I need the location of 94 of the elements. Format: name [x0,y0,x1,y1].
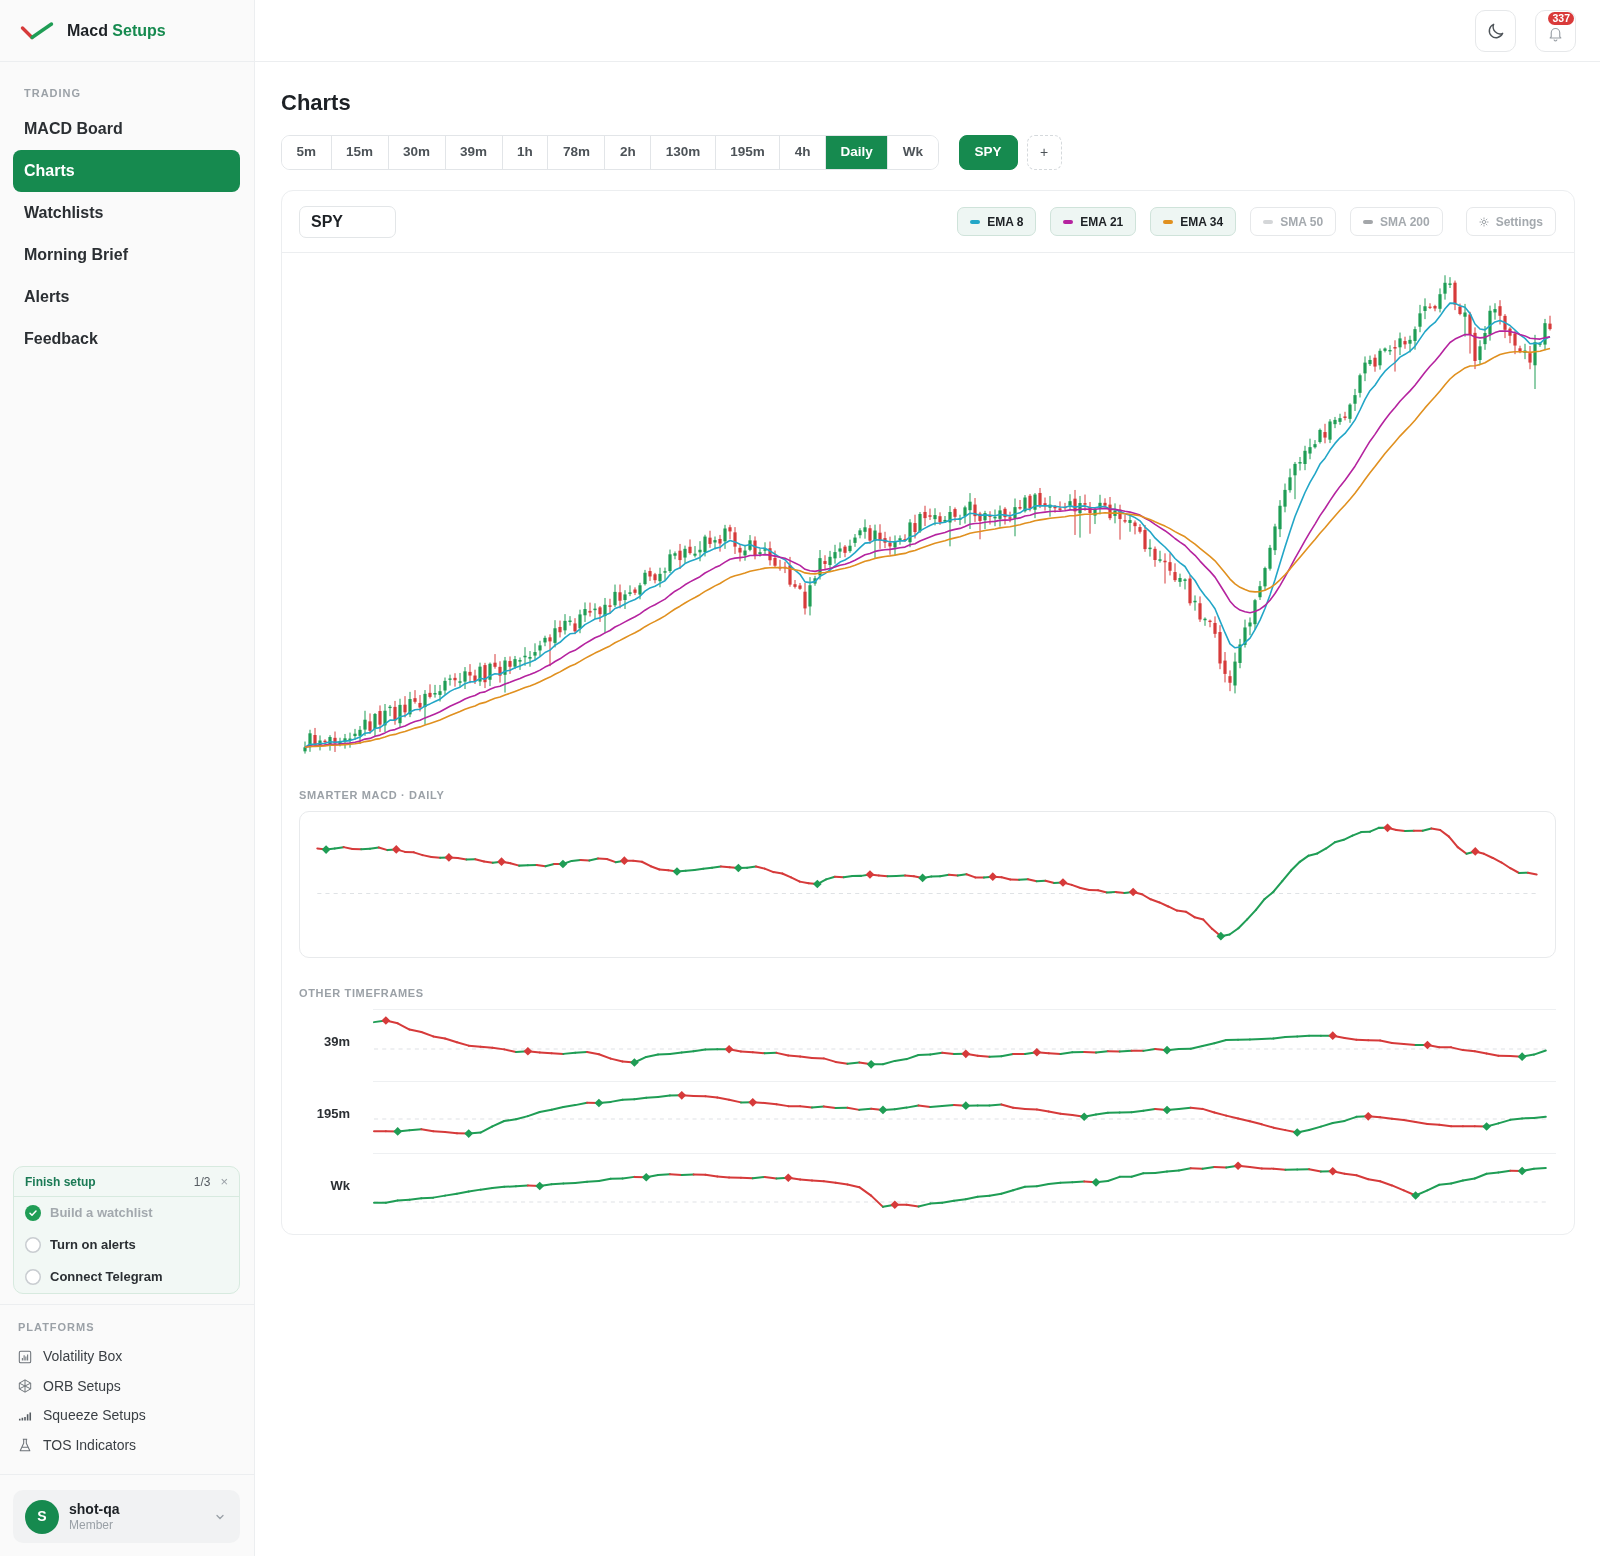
crossover-marker [535,1181,545,1191]
crossover-marker [1032,1047,1042,1057]
crossover-marker [523,1046,533,1056]
crossover-marker [890,1200,900,1210]
indicator-toggle[interactable]: EMA 21 [1050,207,1137,236]
crossover-marker [321,845,331,854]
timeframe-tab[interactable]: Daily [826,136,889,169]
crossover-marker [918,873,927,883]
crossover-marker [1216,931,1226,941]
platform-link[interactable]: Squeeze Setups [18,1401,236,1431]
crossover-marker [1517,1166,1527,1176]
crossover-marker [1363,1112,1373,1121]
crossover-marker [724,1044,734,1054]
crossover-marker [497,857,506,866]
indicator-toggle[interactable]: EMA 34 [1150,207,1237,236]
user-avatar: S [25,1499,59,1534]
settings-icon [1478,216,1489,227]
section-heading: TRADING [23,86,83,100]
page-title: Charts [281,89,352,117]
setup-step: Turn on alerts [50,1235,136,1255]
crossover-marker [988,872,998,881]
crossover-marker [1233,1161,1243,1171]
user-role: Member [69,1517,114,1533]
crossover-marker [1470,847,1480,856]
crossover-marker [1058,878,1068,887]
crossover-marker [734,863,743,873]
indicator-toggle[interactable]: EMA 8 [957,207,1037,236]
crossover-marker [1411,1191,1420,1200]
crossover-marker [1423,1040,1432,1050]
crossover-marker [391,845,401,854]
setup-title: Finish setup [25,1173,96,1191]
crossover-marker [1383,823,1392,833]
crossover-marker [619,856,629,865]
crossover-marker [641,1172,651,1182]
notifications-button[interactable]: 337 [1535,9,1576,52]
pane-title: OTHER TIMEFRAMES [299,987,425,999]
platform-link[interactable]: ORB Setups [18,1371,236,1401]
crossover-marker [1328,1031,1338,1040]
crossover-marker [878,1105,888,1115]
crossover-marker [1517,1052,1527,1061]
crossover-marker [961,1049,971,1059]
crossover-marker [748,1098,758,1107]
step-count: 1/3 [193,1173,211,1191]
crossover-marker [630,1058,639,1067]
crossover-marker [865,870,875,879]
symbol-tab[interactable]: SPY [958,135,1018,170]
section-heading: PLATFORMS [17,1320,96,1334]
timeframe-label: Wk [329,1177,350,1196]
crossover-marker [1091,1178,1101,1187]
crossover-marker [594,1098,604,1108]
setup-step: Connect Telegram [50,1267,163,1287]
timeframe-label: 195m [315,1105,350,1124]
crossover-marker [677,1091,687,1100]
checkmark-logo-icon [20,20,54,41]
nav-link[interactable]: Charts [13,150,240,192]
nav-link[interactable]: Morning Brief [13,234,240,276]
nav-link[interactable]: Watchlists [13,192,240,234]
setup-step: Build a watchlist [50,1203,153,1223]
notification-count: 337 [1548,11,1574,25]
timeframe-label: 39m [322,1033,350,1052]
cube-icon [18,1379,32,1394]
crossover-marker [812,879,822,889]
crossover-marker [1079,1112,1089,1121]
theme-toggle-button[interactable] [1475,9,1516,52]
platform-link[interactable]: TOS Indicators [18,1430,236,1460]
nav-link[interactable]: MACD Board [13,108,240,150]
pane-title: SMARTER MACD · DAILY [299,789,446,801]
add-symbol-button[interactable]: + [1026,135,1062,170]
flask-icon [18,1438,32,1453]
nav-link[interactable]: Alerts [13,276,240,318]
crossover-marker [444,853,454,862]
crossover-marker [558,859,568,869]
crossover-marker [1292,1128,1302,1137]
crossover-marker [672,867,682,876]
crossover-marker [381,1016,391,1025]
bar-chart-icon [18,1349,32,1364]
crossover-marker [464,1129,474,1138]
crossover-marker [1128,887,1138,897]
crossover-marker [1162,1105,1172,1115]
crossover-marker [961,1101,971,1110]
brand-name: Macd Setups [67,20,166,41]
crossover-marker [1328,1166,1338,1176]
crossover-marker [866,1060,876,1069]
user-name: shot-qa [69,1500,121,1518]
crossover-marker [1482,1122,1491,1131]
nav-link[interactable]: Feedback [13,318,240,360]
crossover-marker [1162,1045,1172,1055]
crossover-marker [783,1173,793,1183]
checked-circle-icon[interactable] [25,1205,41,1221]
user-card[interactable]: S shot-qa Member [13,1490,240,1543]
timeframe-tab[interactable]: 5m [282,136,332,169]
crossover-marker [393,1127,403,1136]
symbol-field[interactable]: SPY [299,205,396,238]
platform-link[interactable]: Volatility Box [18,1342,236,1372]
